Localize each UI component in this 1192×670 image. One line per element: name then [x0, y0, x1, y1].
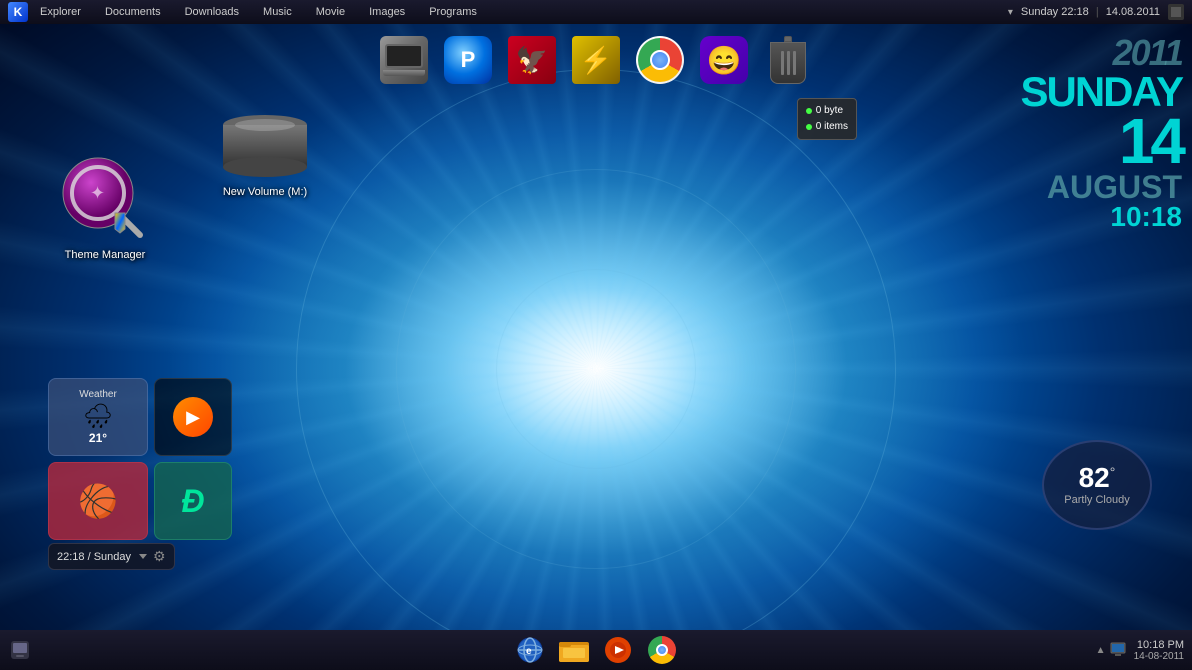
- trash-items: 0 items: [816, 119, 848, 135]
- weather-temp: 21°: [89, 431, 107, 445]
- ring-3: [496, 269, 696, 469]
- theme-manager-image: ✦: [60, 155, 150, 245]
- clock-widget: 22:18 / Sunday ⚙: [48, 543, 175, 570]
- menu-downloads[interactable]: Downloads: [181, 4, 243, 20]
- theme-manager-svg: ✦: [60, 155, 150, 245]
- datetime-month: AUGUST: [1021, 171, 1183, 203]
- dock-icon-warp[interactable]: ⚡: [568, 36, 624, 92]
- trash-tooltip: 0 byte 0 items: [797, 98, 857, 140]
- dock-icon-yahoo[interactable]: 😄: [696, 36, 752, 92]
- dock-icon-chrome[interactable]: [632, 36, 688, 92]
- monitor-icon: [1110, 642, 1126, 658]
- bottom-icon-chrome[interactable]: [646, 634, 678, 666]
- dock-icon-trash[interactable]: [760, 36, 816, 92]
- datetime-day-num: 14: [1021, 113, 1183, 171]
- weather-widget-br[interactable]: 82 ° Partly Cloudy: [1042, 440, 1152, 530]
- taskbar-end-icon[interactable]: [1168, 4, 1184, 20]
- weather-icon: 🌧: [83, 402, 113, 431]
- deviantart-widget[interactable]: Ð: [154, 462, 232, 540]
- media-icon: [603, 635, 633, 665]
- media-widget[interactable]: ▶: [154, 378, 232, 456]
- menu-movie[interactable]: Movie: [312, 4, 349, 20]
- weather-br-temp: 82: [1079, 464, 1110, 492]
- taskbar-dropdown[interactable]: ▾: [1008, 7, 1013, 18]
- taskbar-menu: Explorer Documents Downloads Music Movie…: [36, 4, 1008, 20]
- clock-gear-icon[interactable]: ⚙: [153, 548, 166, 565]
- bottom-icon-folder[interactable]: [558, 634, 590, 666]
- datetime-year: 2011: [1021, 35, 1183, 71]
- bottom-right-area: ▲ 10:18 PM 14-08-2011: [1096, 639, 1184, 662]
- desktop: [0, 0, 1192, 670]
- bottom-logo-icon: [10, 640, 30, 660]
- new-volume-image: [220, 110, 310, 182]
- volume-svg: [220, 110, 310, 182]
- clock-time: 22:18 / Sunday: [57, 551, 131, 563]
- media-play-button[interactable]: ▶: [173, 397, 213, 437]
- bottom-time: 10:18 PM 14-08-2011: [1134, 639, 1184, 662]
- dock-icon-phoenix[interactable]: 🦅: [504, 36, 560, 92]
- trash-size: 0 byte: [816, 103, 843, 119]
- new-volume-icon[interactable]: New Volume (M:): [215, 110, 315, 199]
- menu-explorer[interactable]: Explorer: [36, 4, 85, 20]
- social-widget[interactable]: 🏀: [48, 462, 148, 540]
- weather-label: Weather: [79, 389, 117, 400]
- ie-icon: e: [516, 636, 544, 664]
- bottom-icon-ie[interactable]: e: [514, 634, 546, 666]
- social-icon: 🏀: [78, 482, 118, 520]
- weather-widget[interactable]: Weather 🌧 21°: [48, 378, 148, 456]
- clock-dropdown-arrow[interactable]: [139, 554, 147, 559]
- menu-programs[interactable]: Programs: [425, 4, 481, 20]
- weather-br-label: Partly Cloudy: [1064, 494, 1129, 506]
- new-volume-label: New Volume (M:): [215, 186, 315, 199]
- system-tray: ▲: [1096, 642, 1126, 658]
- trash-dot-1: [806, 108, 812, 114]
- tray-arrow[interactable]: ▲: [1096, 645, 1106, 656]
- deviantart-icon: Ð: [181, 483, 204, 520]
- theme-manager-icon[interactable]: ✦ Theme Manager: [55, 155, 155, 262]
- taskbar-logo[interactable]: K: [8, 2, 28, 22]
- weather-br-degree: °: [1110, 464, 1116, 480]
- top-dock: P 🦅 ⚡ 😄: [376, 36, 816, 92]
- datetime-time: 10:18: [1021, 203, 1183, 231]
- folder-icon: [559, 636, 589, 664]
- bottom-taskbar: e: [0, 630, 1192, 670]
- widget-area: Weather 🌧 21° ▶ 🏀 Ð: [48, 378, 232, 540]
- taskbar-right: ▾ Sunday 22:18 | 14.08.2011: [1008, 4, 1184, 20]
- svg-text:✦: ✦: [90, 183, 105, 203]
- bottom-center-icons: e: [514, 634, 678, 666]
- bottom-icon-media[interactable]: [602, 634, 634, 666]
- menu-images[interactable]: Images: [365, 4, 409, 20]
- datetime-widget: 2011 SUNDAY 14 AUGUST 10:18: [1021, 35, 1183, 231]
- bottom-left-icon[interactable]: [8, 638, 32, 662]
- trash-dot-2: [806, 124, 812, 130]
- taskbar-datetime: Sunday 22:18 | 14.08.2011: [1021, 6, 1160, 18]
- play-icon: ▶: [186, 407, 200, 428]
- top-taskbar: K Explorer Documents Downloads Music Mov…: [0, 0, 1192, 24]
- menu-documents[interactable]: Documents: [101, 4, 165, 20]
- theme-manager-label: Theme Manager: [55, 249, 155, 262]
- dock-icon-blue-app[interactable]: P: [440, 36, 496, 92]
- svg-text:e: e: [526, 646, 532, 657]
- dock-icon-laptop[interactable]: [376, 36, 432, 92]
- menu-music[interactable]: Music: [259, 4, 296, 20]
